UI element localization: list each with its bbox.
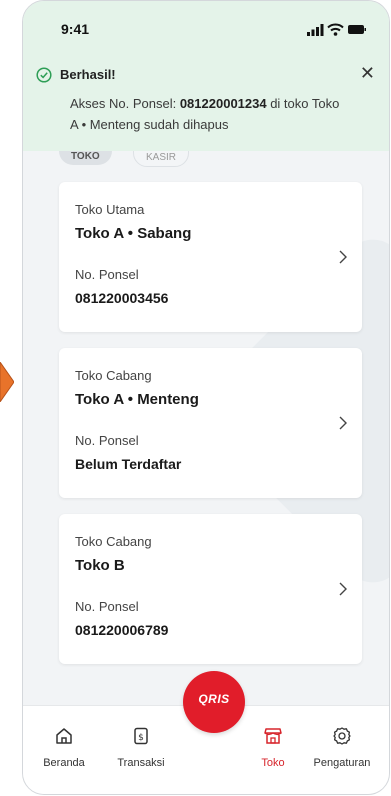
phone-value: Belum Terdaftar — [75, 456, 182, 472]
toast-message: Akses No. Ponsel: 081220001234 di toko T… — [70, 93, 350, 135]
home-icon — [56, 728, 72, 744]
toast-message-phone: 081220001234 — [179, 96, 267, 111]
nav-toko[interactable]: Toko — [253, 726, 293, 769]
receipt-icon: $ — [134, 727, 148, 745]
chevron-right-icon — [339, 582, 347, 596]
store-type-tabs: TOKO KASIR — [23, 151, 389, 167]
svg-text:$: $ — [138, 733, 144, 743]
phone-label: No. Ponsel — [75, 267, 139, 282]
battery-icon — [348, 25, 366, 34]
nav-beranda[interactable]: Beranda — [37, 726, 91, 769]
status-time: 9:41 — [61, 21, 90, 37]
store-icon — [264, 728, 282, 744]
store-type: Toko Utama — [75, 202, 145, 217]
chevron-right-icon — [339, 416, 347, 430]
pointer-arrow-icon — [0, 362, 14, 402]
tab-kasir[interactable]: KASIR — [133, 151, 190, 167]
nav-label: Beranda — [43, 757, 85, 769]
gear-icon — [333, 727, 351, 745]
status-icons — [307, 23, 367, 42]
nav-label: Toko — [261, 757, 285, 769]
phone-label: No. Ponsel — [75, 599, 139, 614]
store-card-toko-b[interactable]: Toko Cabang Toko B No. Ponsel 0812200067… — [59, 514, 362, 664]
toast-title: Berhasil! — [60, 67, 116, 82]
phone-frame: 9:41 Berhasil! ✕ Akses No. Ponsel: 08122… — [22, 0, 390, 795]
toast-message-prefix: Akses No. Ponsel: — [70, 96, 180, 111]
nav-pengaturan[interactable]: Pengaturan — [309, 726, 375, 769]
phone-value: 081220006789 — [75, 622, 169, 638]
store-card-toko-a-sabang[interactable]: Toko Utama Toko A • Sabang No. Ponsel 08… — [59, 182, 362, 332]
phone-label: No. Ponsel — [75, 433, 139, 448]
tab-toko[interactable]: TOKO — [59, 151, 112, 165]
close-icon[interactable]: ✕ — [360, 63, 375, 84]
store-name: Toko A • Sabang — [75, 225, 192, 242]
success-toast: Berhasil! ✕ Akses No. Ponsel: 0812200012… — [23, 59, 389, 151]
store-type: Toko Cabang — [75, 534, 152, 549]
store-name: Toko B — [75, 557, 125, 574]
check-circle-icon — [36, 67, 52, 83]
wifi-icon — [327, 23, 344, 36]
signal-icon — [307, 24, 324, 36]
qris-logo-label: QRIS — [198, 692, 230, 706]
store-type: Toko Cabang — [75, 368, 152, 383]
qris-button[interactable]: QRIS — [183, 671, 245, 733]
nav-label: Transaksi — [117, 757, 165, 769]
nav-label: Pengaturan — [313, 757, 371, 769]
store-name: Toko A • Menteng — [75, 391, 199, 408]
store-card-toko-a-menteng[interactable]: Toko Cabang Toko A • Menteng No. Ponsel … — [59, 348, 362, 498]
phone-value: 081220003456 — [75, 290, 169, 306]
nav-transaksi[interactable]: $ Transaksi — [111, 726, 171, 769]
chevron-right-icon — [339, 250, 347, 264]
status-bar: 9:41 — [23, 1, 389, 59]
